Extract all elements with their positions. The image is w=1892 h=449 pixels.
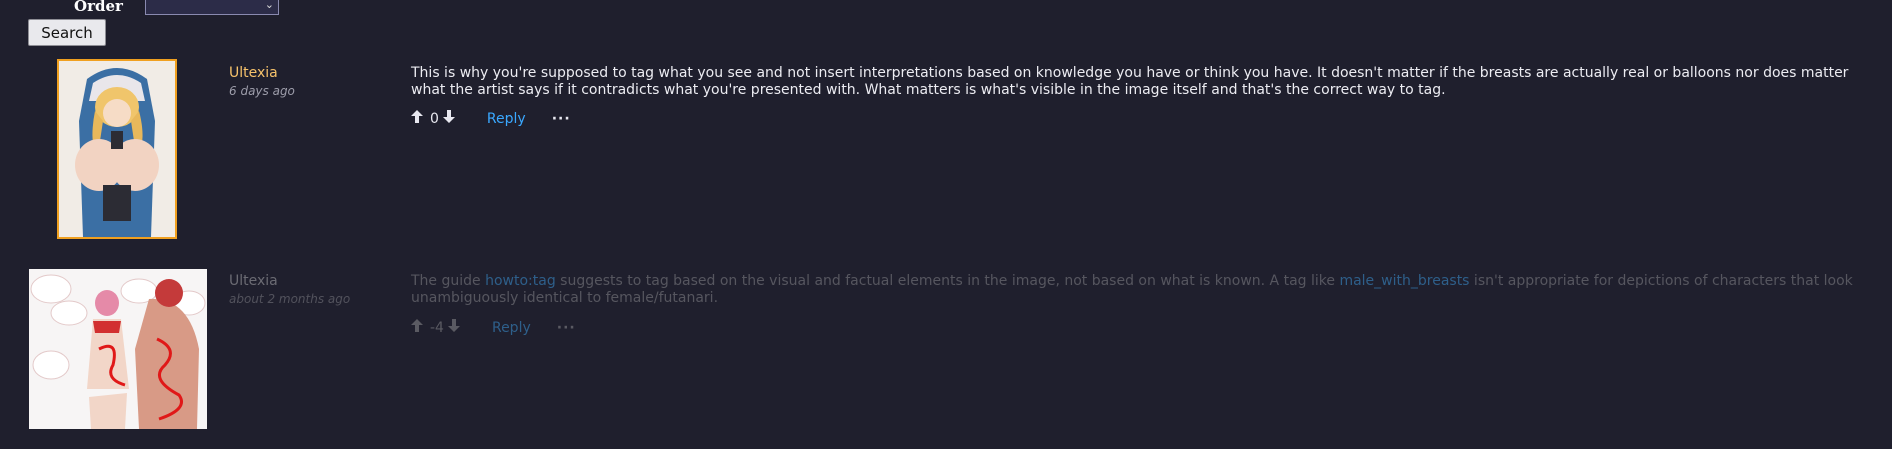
- comment-timestamp: 6 days ago: [229, 84, 295, 98]
- comment-text: The guide: [411, 273, 486, 289]
- comment-author[interactable]: Ultexia: [229, 273, 278, 289]
- thumbnail-image: [59, 61, 175, 237]
- comment-text: suggests to tag based on the visual and …: [555, 273, 1340, 289]
- arrow-up-icon[interactable]: [411, 110, 425, 127]
- post-thumbnail[interactable]: [29, 269, 207, 429]
- search-button[interactable]: Search: [28, 19, 106, 46]
- comment: Ultexia 6 days ago This is why you're su…: [0, 59, 1892, 241]
- comment-body: This is why you're supposed to tag what …: [411, 65, 1849, 98]
- order-label: Order: [74, 0, 123, 15]
- comment-score: -4: [430, 319, 444, 336]
- ellipsis-icon[interactable]: ···: [557, 320, 576, 336]
- arrow-down-icon[interactable]: [447, 319, 462, 336]
- arrow-up-icon[interactable]: [411, 319, 425, 336]
- comment-score: 0: [430, 110, 439, 127]
- comment: Ultexia about 2 months ago The guide how…: [0, 269, 1892, 429]
- reply-link[interactable]: Reply: [492, 320, 531, 336]
- comment-actions: -4 Reply ···: [411, 319, 576, 336]
- order-select[interactable]: ⌄: [145, 0, 279, 15]
- comment-timestamp: about 2 months ago: [229, 292, 351, 306]
- tag-link-male-with-breasts[interactable]: male_with_breasts: [1339, 273, 1469, 289]
- order-row: Order ⌄: [74, 0, 279, 15]
- ellipsis-icon[interactable]: ···: [552, 111, 571, 127]
- reply-link[interactable]: Reply: [487, 111, 526, 127]
- chevron-down-icon: ⌄: [264, 0, 274, 11]
- thumbnail-image: [29, 269, 207, 429]
- comment-actions: 0 Reply ···: [411, 110, 571, 127]
- comment-author[interactable]: Ultexia: [229, 65, 278, 81]
- wiki-link-howto-tag[interactable]: howto:tag: [485, 273, 556, 289]
- arrow-down-icon[interactable]: [442, 110, 457, 127]
- post-thumbnail[interactable]: [57, 59, 177, 239]
- comment-body: The guide howto:tag suggests to tag base…: [411, 273, 1871, 307]
